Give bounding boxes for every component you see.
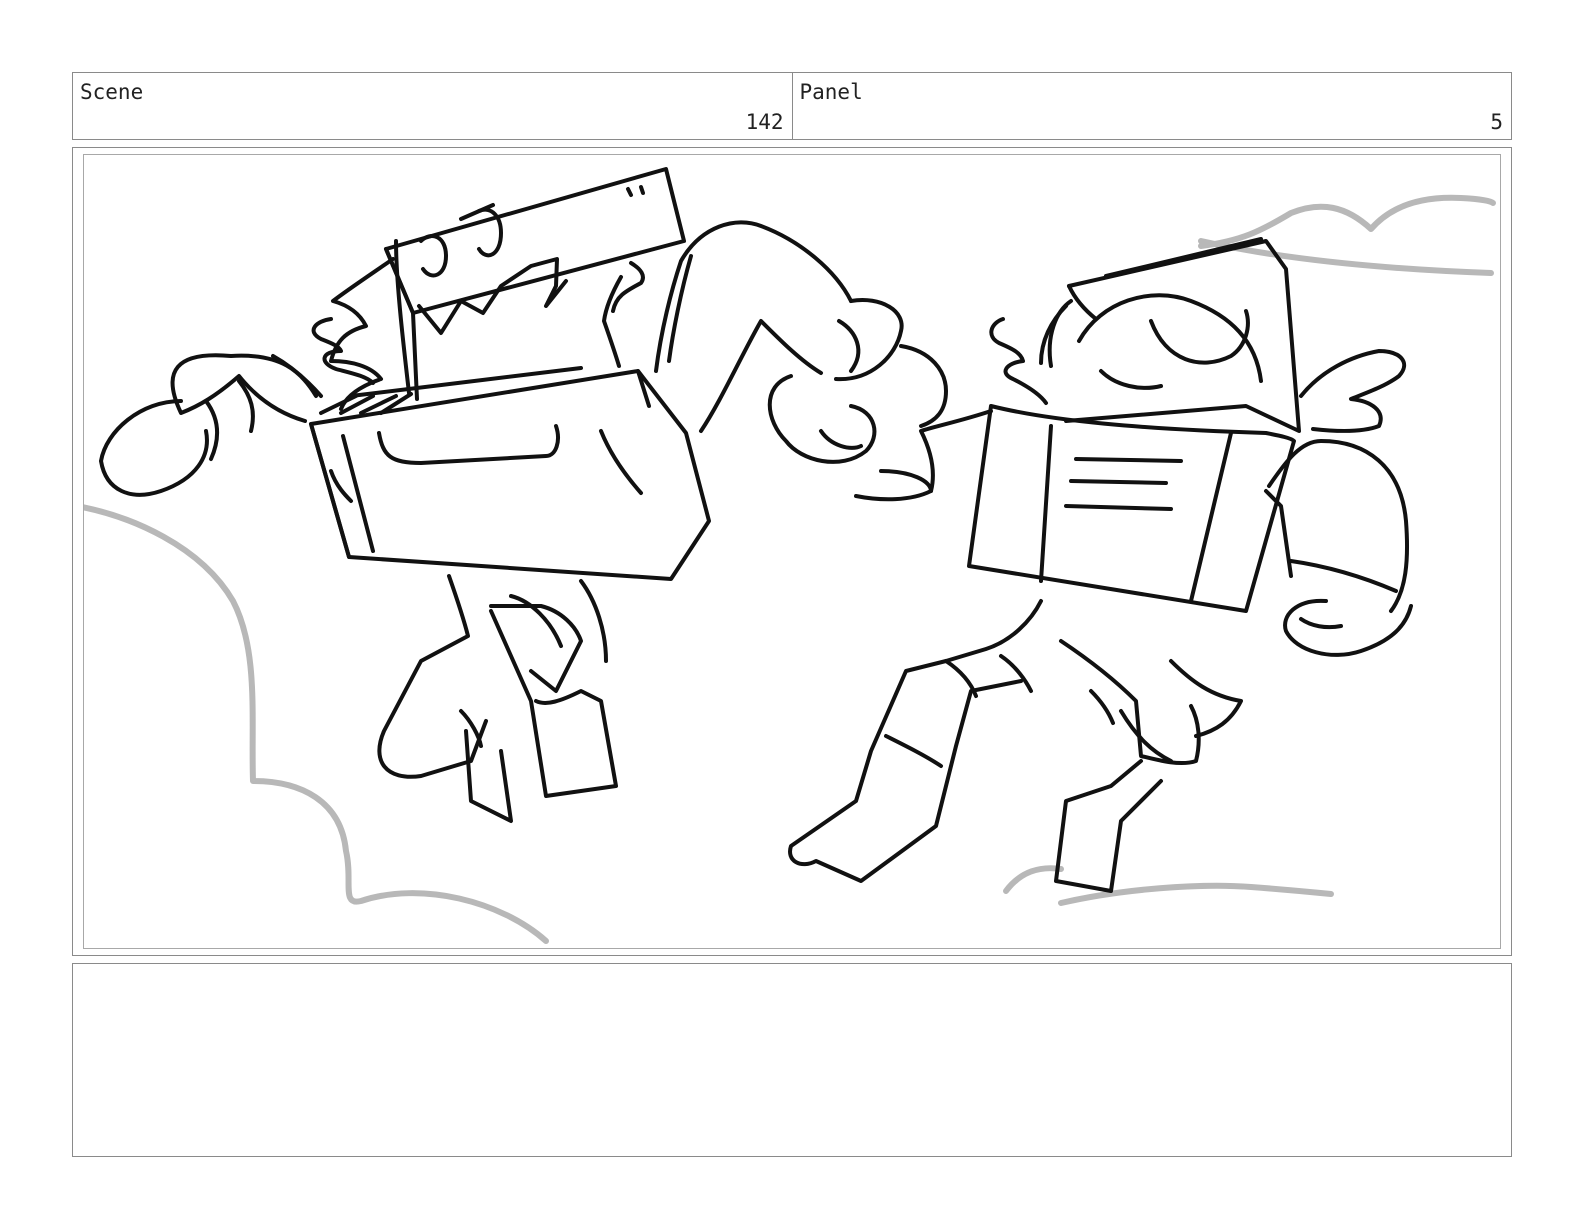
storyboard-sketch [84, 167, 1496, 944]
scene-label: Scene [80, 80, 144, 104]
scene-number: 142 [745, 110, 784, 134]
drawing-area [83, 154, 1501, 949]
storyboard-header: Scene 142 Panel 5 [72, 72, 1512, 140]
right-character [788, 237, 1413, 893]
storyboard-frame [72, 147, 1512, 956]
panel-cell: Panel 5 [791, 73, 1512, 139]
scene-cell: Scene 142 [73, 73, 792, 139]
panel-label: Panel [799, 80, 863, 104]
panel-number: 5 [1490, 110, 1503, 134]
left-character [99, 167, 904, 823]
notes-box [72, 963, 1512, 1157]
background-clouds [84, 194, 1496, 944]
